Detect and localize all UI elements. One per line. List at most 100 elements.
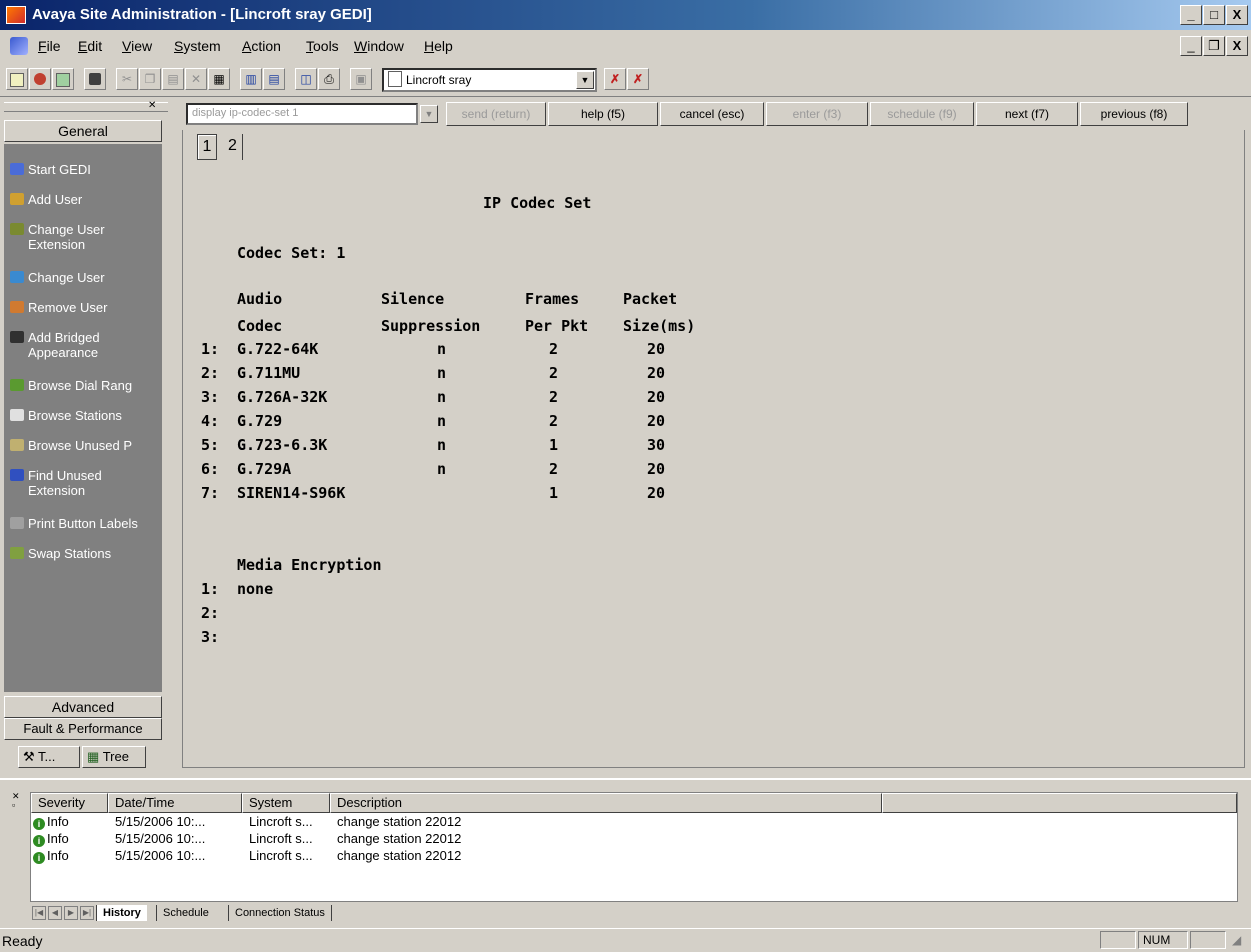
frames-field[interactable]: 1: [549, 436, 558, 454]
size-field[interactable]: 20: [647, 460, 665, 478]
copy-icon[interactable]: ❐: [139, 68, 161, 90]
properties-icon[interactable]: ▦: [208, 68, 230, 90]
previous-button[interactable]: previous (f8): [1080, 102, 1188, 126]
doc-minimize-button[interactable]: _: [1180, 36, 1202, 56]
list-view-icon[interactable]: ▥: [240, 68, 262, 90]
system-select[interactable]: Lincroft sray: [382, 68, 597, 92]
menu-window[interactable]: Window: [354, 38, 404, 54]
frames-field[interactable]: 1: [549, 484, 558, 502]
delete-icon[interactable]: ✕: [185, 68, 207, 90]
save-icon[interactable]: ▣: [350, 68, 372, 90]
page-tab-2[interactable]: 2: [223, 134, 243, 160]
silence-field[interactable]: n: [437, 340, 446, 358]
print-icon[interactable]: ⎙: [318, 68, 340, 90]
nav-remove-user[interactable]: Remove User: [4, 300, 162, 315]
enter-button[interactable]: enter (f3): [766, 102, 868, 126]
advanced-header[interactable]: Advanced: [4, 696, 162, 718]
frames-field[interactable]: 2: [549, 364, 558, 382]
first-tab-icon[interactable]: |◀: [32, 906, 46, 920]
codec-field[interactable]: G.726A-32K: [237, 388, 327, 406]
tab-tasks[interactable]: ⚒ T...: [18, 746, 80, 768]
connect-icon[interactable]: [29, 68, 51, 90]
print-preview-icon[interactable]: ◫: [295, 68, 317, 90]
size-field[interactable]: 20: [647, 484, 665, 502]
command-input[interactable]: display ip-codec-set 1: [186, 103, 418, 125]
col-severity[interactable]: Severity: [31, 793, 108, 813]
nav-browse-stations[interactable]: Browse Stations: [4, 408, 162, 423]
tab-tree[interactable]: ▦ Tree: [82, 746, 146, 768]
nav-browse-unused-ports[interactable]: Browse Unused P: [4, 438, 162, 453]
disconnect-icon[interactable]: [52, 68, 74, 90]
silence-field[interactable]: n: [437, 412, 446, 430]
nav-change-user-extension[interactable]: Change User Extension: [4, 222, 162, 252]
resize-grip-icon[interactable]: ◢: [1232, 933, 1241, 947]
col-datetime[interactable]: Date/Time: [108, 793, 242, 813]
frames-field[interactable]: 2: [549, 460, 558, 478]
nav-find-unused-extension[interactable]: Find Unused Extension: [4, 468, 162, 498]
tab-schedule[interactable]: Schedule: [156, 905, 215, 921]
close-button[interactable]: X: [1226, 5, 1248, 25]
log-severity[interactable]: i Info: [33, 814, 69, 830]
cancel-button[interactable]: cancel (esc): [660, 102, 764, 126]
size-field[interactable]: 20: [647, 340, 665, 358]
menu-system[interactable]: System: [174, 38, 221, 54]
nav-change-user[interactable]: Change User: [4, 270, 162, 285]
codec-field[interactable]: G.722-64K: [237, 340, 318, 358]
nav-browse-dial-range[interactable]: Browse Dial Rang: [4, 378, 162, 393]
tab-history[interactable]: History: [96, 905, 147, 921]
detail-view-icon[interactable]: ▤: [263, 68, 285, 90]
next-tab-icon[interactable]: ▶: [64, 906, 78, 920]
menu-view[interactable]: View: [122, 38, 152, 54]
log-severity[interactable]: i Info: [33, 848, 69, 864]
menu-tools[interactable]: Tools: [306, 38, 339, 54]
size-field[interactable]: 20: [647, 388, 665, 406]
send-button[interactable]: send (return): [446, 102, 546, 126]
size-field[interactable]: 30: [647, 436, 665, 454]
minimize-button[interactable]: _: [1180, 5, 1202, 25]
codec-field[interactable]: SIREN14-S96K: [237, 484, 345, 502]
command-dropdown-icon[interactable]: ▼: [420, 105, 438, 123]
general-header[interactable]: General: [4, 120, 162, 142]
silence-field[interactable]: n: [437, 436, 446, 454]
system-select-dropdown-icon[interactable]: ▼: [576, 71, 594, 89]
tab-connection-status[interactable]: Connection Status: [228, 905, 332, 921]
nav-print-button-labels[interactable]: Print Button Labels: [4, 516, 162, 531]
menu-edit[interactable]: Edit: [78, 38, 102, 54]
size-field[interactable]: 20: [647, 412, 665, 430]
last-tab-icon[interactable]: ▶|: [80, 906, 94, 920]
nav-add-user[interactable]: Add User: [4, 192, 162, 207]
log-severity[interactable]: i Info: [33, 831, 69, 847]
maximize-button[interactable]: □: [1203, 5, 1225, 25]
next-button[interactable]: next (f7): [976, 102, 1078, 126]
gedi-icon[interactable]: [84, 68, 106, 90]
col-description[interactable]: Description: [330, 793, 882, 813]
cancel-red-icon[interactable]: ✗: [627, 68, 649, 90]
silence-field[interactable]: n: [437, 388, 446, 406]
paste-icon[interactable]: ▤: [162, 68, 184, 90]
frames-field[interactable]: 2: [549, 388, 558, 406]
silence-field[interactable]: n: [437, 364, 446, 382]
panel-close-icon[interactable]: ✕: [148, 100, 156, 111]
document-icon[interactable]: [10, 37, 28, 55]
fault-performance-header[interactable]: Fault & Performance: [4, 718, 162, 740]
help-button[interactable]: help (f5): [548, 102, 658, 126]
col-system[interactable]: System: [242, 793, 330, 813]
nav-swap-stations[interactable]: Swap Stations: [4, 546, 162, 561]
disconnect-red-icon[interactable]: ✗: [604, 68, 626, 90]
schedule-button[interactable]: schedule (f9): [870, 102, 974, 126]
codec-field[interactable]: G.729A: [237, 460, 291, 478]
silence-field[interactable]: n: [437, 460, 446, 478]
panel-grip[interactable]: [4, 102, 168, 112]
page-tab-1[interactable]: 1: [197, 134, 217, 160]
doc-restore-button[interactable]: ❐: [1203, 36, 1225, 56]
log-close-icon[interactable]: ✕ ▫: [12, 792, 20, 810]
menu-action[interactable]: Action: [242, 38, 281, 54]
codec-field[interactable]: G.729: [237, 412, 282, 430]
nav-start-gedi[interactable]: Start GEDI: [4, 162, 162, 177]
nav-add-bridged-appearance[interactable]: Add Bridged Appearance: [4, 330, 162, 360]
cut-icon[interactable]: ✂: [116, 68, 138, 90]
doc-close-button[interactable]: X: [1226, 36, 1248, 56]
media-encryption-field[interactable]: none: [237, 580, 273, 598]
app-icon[interactable]: [6, 6, 26, 24]
frames-field[interactable]: 2: [549, 340, 558, 358]
